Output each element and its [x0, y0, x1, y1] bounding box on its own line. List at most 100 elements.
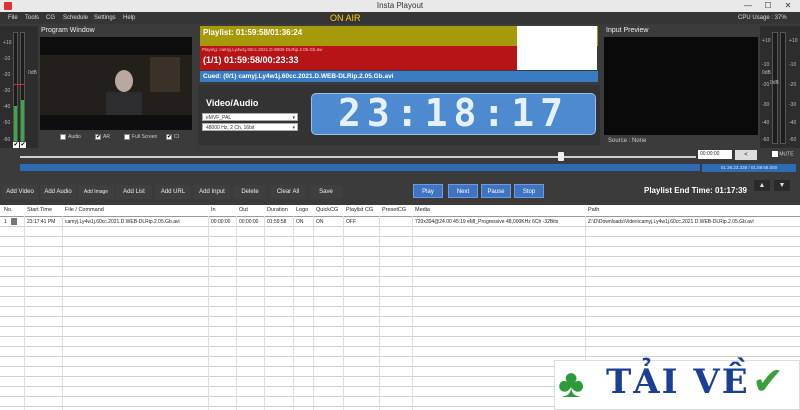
col-header-out[interactable]: Out: [239, 207, 248, 213]
on-air-indicator: ON AIR: [330, 13, 361, 23]
col-header-no[interactable]: No.: [4, 207, 13, 213]
col-header-in[interactable]: In: [211, 207, 216, 213]
add-audio-button[interactable]: Add Audio: [40, 185, 76, 199]
seek-handle[interactable]: [557, 152, 564, 161]
add-input-button[interactable]: Add Input: [194, 185, 230, 199]
col-divider: [313, 216, 314, 410]
vu-right-tick: -30: [789, 102, 797, 108]
mute-box[interactable]: [772, 151, 778, 157]
save-button[interactable]: Save: [309, 185, 343, 199]
vu-left-tick: -10: [3, 56, 11, 62]
cell-in: 00:00:00: [211, 219, 231, 225]
move-up-button[interactable]: ▲: [754, 180, 770, 191]
stop-button[interactable]: Stop: [514, 184, 544, 198]
col-header-logo[interactable]: Logo: [296, 207, 308, 213]
col-divider: [379, 216, 380, 410]
menu-bar: File Tools CG Schedule Settings Help: [0, 12, 800, 24]
menu-help[interactable]: Help: [123, 12, 135, 24]
cued-row: Cued: (0/1) camyj.Ly4w1j.60cc.2021.D.WEB…: [200, 71, 598, 82]
cell-no: 1: [4, 219, 7, 225]
program-window-title: Program Window: [41, 27, 95, 34]
row-divider: [0, 326, 800, 327]
col-header-quickcg[interactable]: QuickCG: [316, 207, 338, 213]
add-image-button[interactable]: Add Image: [78, 185, 114, 199]
check-ci[interactable]: ✔ CI: [166, 134, 179, 140]
audio-format-select[interactable]: 48000 Hz, 2 Ch, 16bit ▾: [202, 123, 298, 131]
col-header-file[interactable]: File / Command: [65, 207, 104, 213]
input-source: Source : None: [608, 138, 647, 144]
cell-path: Z:\D\Downloads\Video\camyj.Ly4w1j.60cc.2…: [588, 219, 754, 225]
vu-meter-left-a: [13, 32, 18, 142]
col-divider: [264, 216, 265, 410]
vu-left-tick: -20: [3, 72, 11, 78]
add-video-button[interactable]: Add Video: [2, 185, 38, 199]
vu-peak-marker: [14, 84, 24, 85]
vu-right-b-tick: +10: [762, 38, 771, 44]
cell-logo: ON: [296, 219, 304, 225]
checkbox-ar[interactable]: ✔: [95, 134, 101, 140]
move-down-button[interactable]: ▼: [774, 180, 790, 191]
seek-track[interactable]: [20, 156, 696, 158]
row-divider: [0, 336, 800, 337]
col-divider: [236, 216, 237, 410]
check-audio[interactable]: Audio: [60, 134, 81, 140]
checkbox-full-screen[interactable]: [124, 134, 130, 140]
video-frame-image: [40, 37, 192, 130]
menu-schedule[interactable]: Schedule: [63, 12, 88, 24]
seek-time-field[interactable]: 00:00:00: [698, 150, 732, 159]
maximize-button[interactable]: ☐: [758, 0, 778, 12]
clock-display: 23:18:17: [337, 91, 570, 135]
vu-check-a[interactable]: ✔: [13, 142, 19, 148]
vu-right-tick: -60: [789, 137, 797, 143]
col-header-playlist-cg[interactable]: Playlist CG: [346, 207, 373, 213]
col-header-media[interactable]: Media: [415, 207, 430, 213]
clear-all-button[interactable]: Clear All: [270, 185, 306, 199]
col-header-duration[interactable]: Duration: [267, 207, 288, 213]
col-header-presetcg[interactable]: PresetCG: [382, 207, 406, 213]
minimize-button[interactable]: —: [738, 0, 758, 12]
dropdown-arrow-icon: ▾: [292, 115, 295, 121]
check-ar[interactable]: ✔ AR: [95, 134, 110, 140]
col-header-path[interactable]: Path: [588, 207, 599, 213]
menu-file[interactable]: File: [8, 12, 18, 24]
vu-left-tick: -40: [3, 104, 11, 110]
row-divider: [0, 316, 800, 317]
vu-left-tick: +10: [3, 40, 12, 46]
vu-meter-right-a: [772, 32, 778, 144]
add-list-button[interactable]: Add List: [116, 185, 152, 199]
mute-checkbox[interactable]: MUTE: [772, 151, 794, 157]
play-button[interactable]: Play: [413, 184, 443, 198]
row-divider: [0, 306, 800, 307]
next-button[interactable]: Next: [448, 184, 478, 198]
close-button[interactable]: ✕: [778, 0, 798, 12]
table-header-border: [0, 216, 800, 217]
row-divider: [0, 356, 800, 357]
check-full-screen[interactable]: Full Screen: [124, 134, 157, 140]
row-selector-icon[interactable]: [11, 218, 17, 225]
row-divider: [0, 226, 800, 227]
add-url-button[interactable]: Add URL: [155, 185, 191, 199]
checkbox-ci[interactable]: ✔: [166, 134, 172, 140]
input-preview-video: [604, 37, 758, 135]
video-format-select[interactable]: eMVF_PAL ▾: [202, 113, 298, 121]
checkbox-audio[interactable]: [60, 134, 66, 140]
col-divider: [293, 216, 294, 410]
col-divider: [24, 216, 25, 410]
pause-button[interactable]: Pause: [481, 184, 511, 198]
col-divider: [208, 216, 209, 410]
vu-check-b[interactable]: ✔: [20, 142, 26, 148]
vu-right-b-tick: -10: [762, 62, 770, 68]
col-header-start-time[interactable]: Start Time: [27, 207, 52, 213]
vu-right-b-tick: -30: [762, 102, 770, 108]
cell-quickcg: ON: [316, 219, 324, 225]
menu-tools[interactable]: Tools: [25, 12, 39, 24]
row-divider: [0, 346, 800, 347]
vu-right-tick: -20: [789, 82, 797, 88]
menu-settings[interactable]: Settings: [94, 12, 116, 24]
vu-meter-left-b: [20, 32, 25, 142]
vu-right-tick: -10: [789, 62, 797, 68]
menu-cg[interactable]: CG: [46, 12, 55, 24]
delete-button[interactable]: Delete: [233, 185, 267, 199]
seek-back-button[interactable]: <: [735, 150, 757, 160]
program-video: [40, 37, 192, 130]
